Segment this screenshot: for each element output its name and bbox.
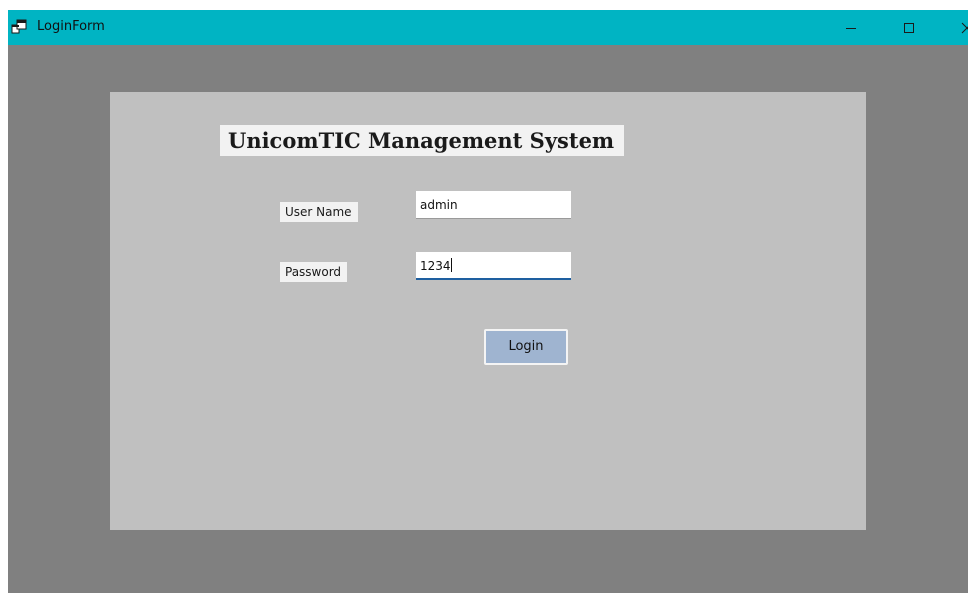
minimize-button[interactable] <box>828 10 874 45</box>
login-panel: UnicomTIC Management System User Name Pa… <box>110 92 866 530</box>
text-caret <box>450 258 452 272</box>
login-form-window: LoginForm UnicomTIC Management System Us… <box>8 10 968 593</box>
window-title: LoginForm <box>37 19 105 34</box>
close-icon <box>961 22 968 34</box>
password-input[interactable]: 1234 <box>416 252 571 280</box>
screen: LoginForm UnicomTIC Management System Us… <box>0 0 968 593</box>
login-button[interactable]: Login <box>484 329 568 365</box>
maximize-icon <box>904 23 914 33</box>
close-button[interactable] <box>944 10 968 45</box>
username-input[interactable] <box>416 191 571 219</box>
password-value: 1234 <box>420 259 451 273</box>
app-icon <box>11 19 27 35</box>
password-label: Password <box>280 262 348 282</box>
minimize-icon <box>846 28 856 29</box>
maximize-button[interactable] <box>886 10 932 45</box>
page-title: UnicomTIC Management System <box>220 125 625 156</box>
username-label: User Name <box>280 202 358 222</box>
title-bar[interactable]: LoginForm <box>8 10 968 45</box>
